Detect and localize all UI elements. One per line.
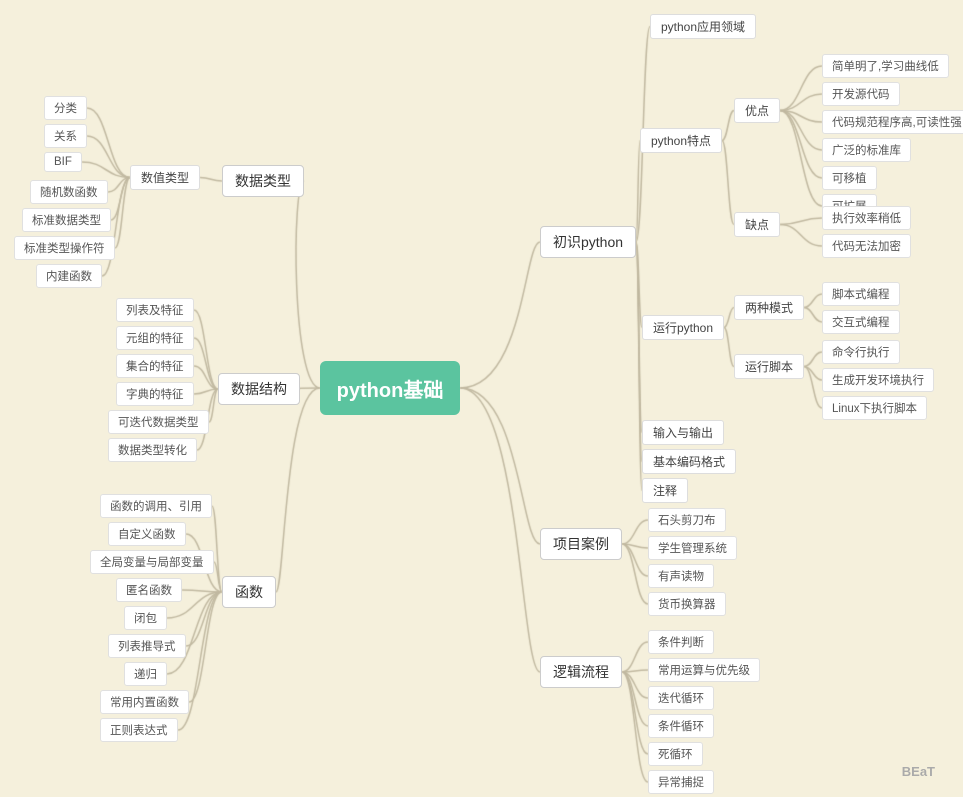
leaf-cmdline: 命令行执行: [822, 340, 900, 364]
node-data-struct: 数据结构: [218, 373, 300, 405]
leaf-interactive-mode: 交互式编程: [822, 310, 900, 334]
leaf-operators: 常用运算与优先级: [648, 658, 760, 682]
leaf-random-func: 随机数函数: [30, 180, 108, 204]
leaf-lambda: 匿名函数: [116, 578, 182, 602]
leaf-set-feat: 集合的特征: [116, 354, 194, 378]
leaf-opensource: 开发源代码: [822, 82, 900, 106]
leaf-simple: 简单明了,学习曲线低: [822, 54, 949, 78]
leaf-std-type: 标准数据类型: [22, 208, 111, 232]
leaf-builtin-func: 内建函数: [36, 264, 102, 288]
leaf-iter-loop: 迭代循环: [648, 686, 714, 710]
leaf-relation: 关系: [44, 124, 87, 148]
node-encoding: 基本编码格式: [642, 449, 736, 474]
leaf-rps: 石头剪刀布: [648, 508, 726, 532]
leaf-noencrypt: 代码无法加密: [822, 234, 911, 258]
leaf-script-mode: 脚本式编程: [822, 282, 900, 306]
leaf-std-ops: 标准类型操作符: [14, 236, 115, 260]
leaf-tuple-feat: 元组的特征: [116, 326, 194, 350]
leaf-bif: BIF: [44, 152, 82, 172]
leaf-regex: 正则表达式: [100, 718, 178, 742]
leaf-condition: 条件判断: [648, 630, 714, 654]
center-node: python基础: [320, 361, 460, 415]
node-logic: 逻辑流程: [540, 656, 622, 688]
leaf-custom-func: 自定义函数: [108, 522, 186, 546]
node-run-python: 运行python: [642, 315, 724, 340]
leaf-recursion: 递归: [124, 662, 167, 686]
leaf-cond-loop: 条件循环: [648, 714, 714, 738]
node-io: 输入与输出: [642, 420, 724, 445]
node-projects: 项目案例: [540, 528, 622, 560]
leaf-ide-run: 生成开发环境执行: [822, 368, 934, 392]
node-chushi-python: 初识python: [540, 226, 636, 258]
leaf-student: 学生管理系统: [648, 536, 737, 560]
watermark: BEaT: [902, 764, 935, 779]
node-functions: 函数: [222, 576, 276, 608]
leaf-linux-run: Linux下执行脚本: [822, 396, 927, 420]
leaf-stdlib: 广泛的标准库: [822, 138, 911, 162]
node-python-app: python应用领域: [650, 14, 756, 39]
node-quedian: 缺点: [734, 212, 780, 237]
leaf-type-convert: 数据类型转化: [108, 438, 197, 462]
leaf-readable: 代码规范程序高,可读性强: [822, 110, 963, 134]
leaf-classify: 分类: [44, 96, 87, 120]
leaf-dict-feat: 字典的特征: [116, 382, 194, 406]
node-two-modes: 两种模式: [734, 295, 804, 320]
leaf-infinite-loop: 死循环: [648, 742, 703, 766]
node-comments: 注释: [642, 478, 688, 503]
node-youdiian: 优点: [734, 98, 780, 123]
leaf-exception: 异常捕捉: [648, 770, 714, 794]
leaf-builtin-funcs: 常用内置函数: [100, 690, 189, 714]
leaf-slow: 执行效率稍低: [822, 206, 911, 230]
node-run-script: 运行脚本: [734, 354, 804, 379]
leaf-currency: 货币换算器: [648, 592, 726, 616]
leaf-iterable-types: 可迭代数据类型: [108, 410, 209, 434]
leaf-func-call: 函数的调用、引用: [100, 494, 212, 518]
leaf-voice: 有声读物: [648, 564, 714, 588]
leaf-closure: 闭包: [124, 606, 167, 630]
leaf-global-local: 全局变量与局部变量: [90, 550, 214, 574]
leaf-list-comp: 列表推导式: [108, 634, 186, 658]
node-numeric-type: 数值类型: [130, 165, 200, 190]
node-python-features: python特点: [640, 128, 722, 153]
leaf-portable: 可移植: [822, 166, 877, 190]
leaf-list-feat: 列表及特征: [116, 298, 194, 322]
node-data-type: 数据类型: [222, 165, 304, 197]
